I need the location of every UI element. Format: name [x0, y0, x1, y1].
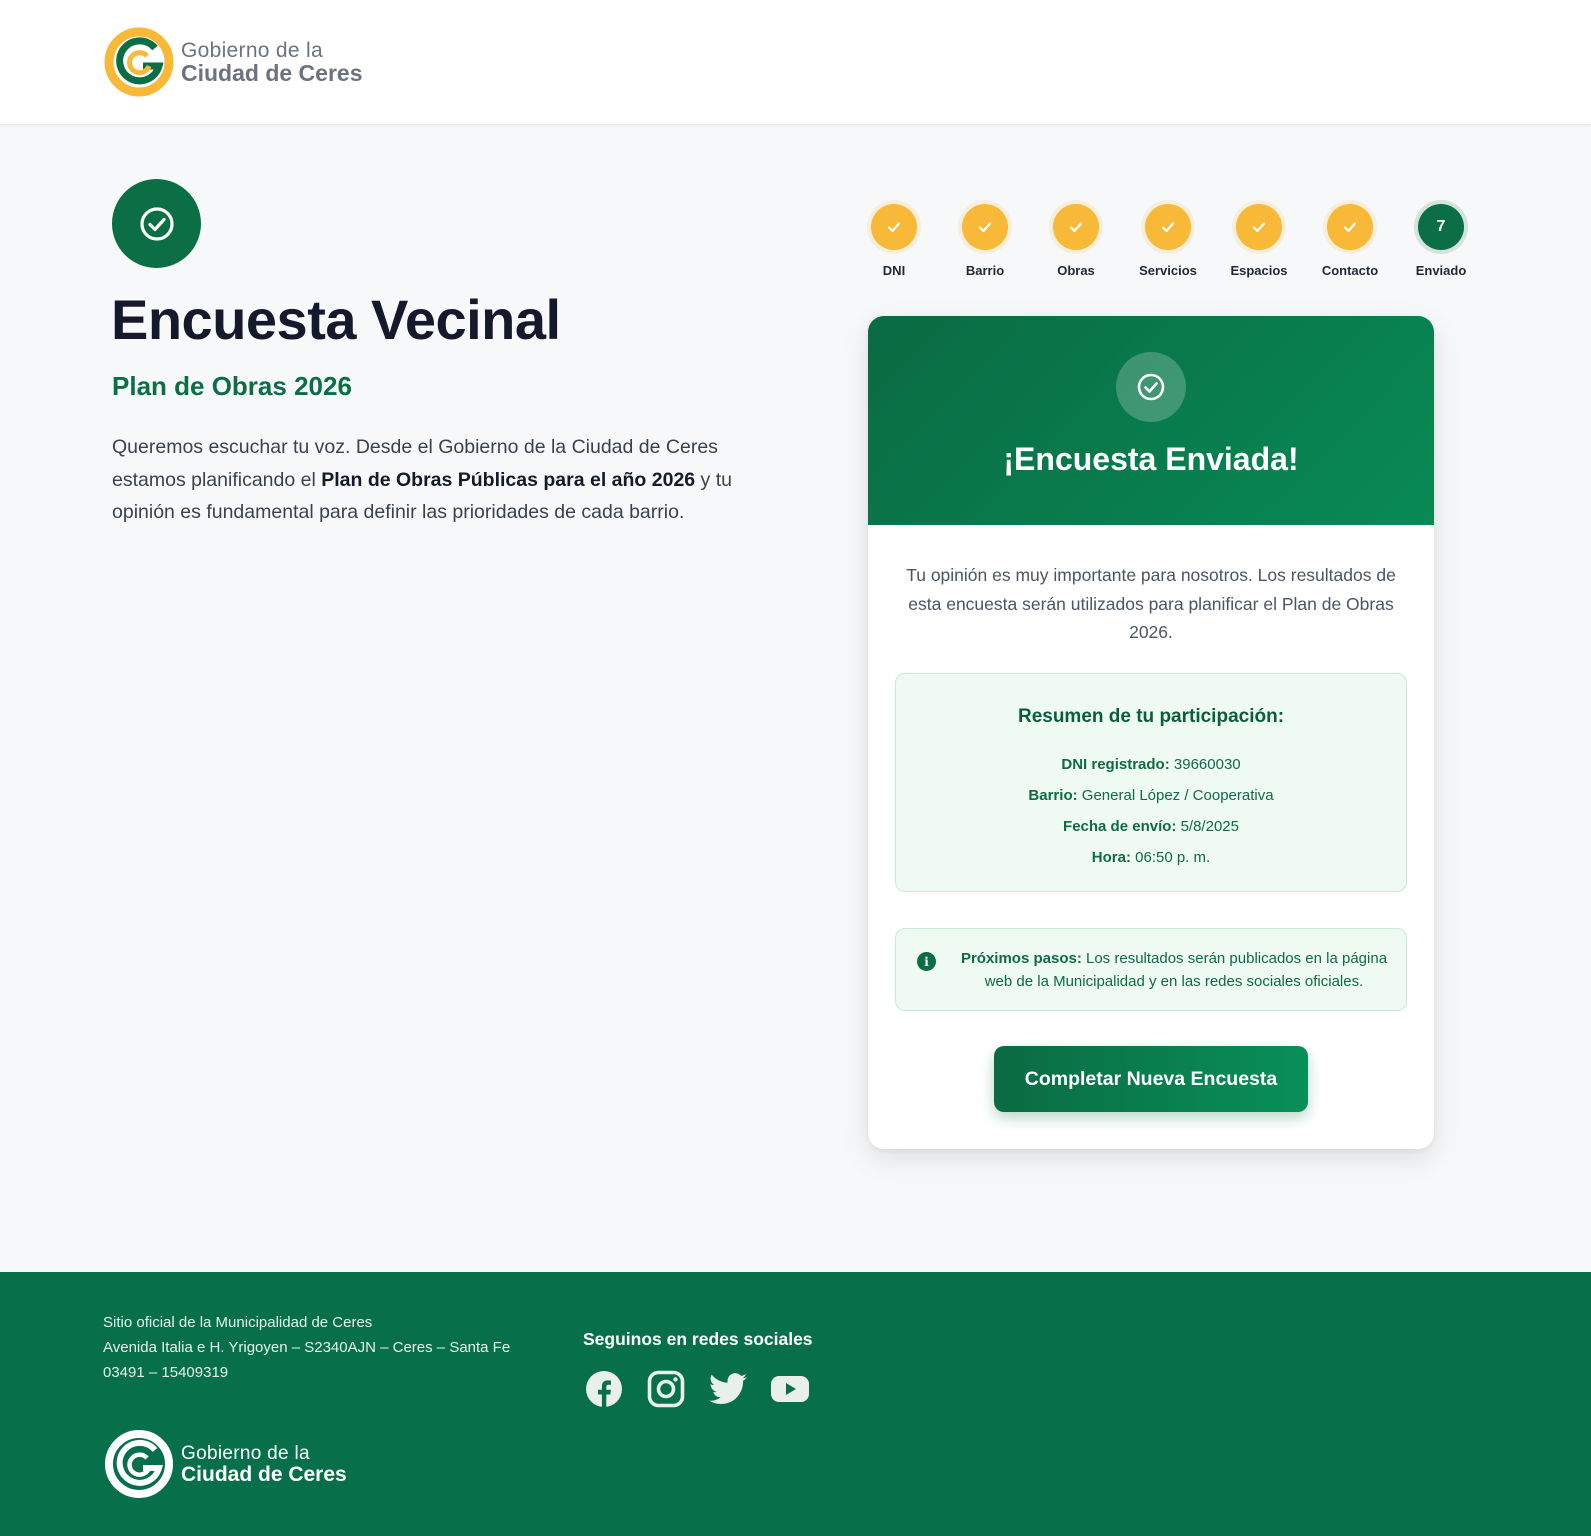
step-number: 7	[1418, 204, 1464, 250]
check-icon	[871, 204, 917, 250]
youtube-icon[interactable]	[770, 1369, 810, 1409]
step-enviado: 7 Enviado	[1396, 204, 1486, 278]
next-steps-label: Próximos pasos:	[960, 950, 1082, 967]
hora-value: 06:50 p. m.	[1135, 849, 1211, 866]
footer-phone: 03491 – 15409319	[103, 1364, 229, 1381]
logo-line-1: Gobierno de la	[181, 38, 323, 62]
footer-logo[interactable]: Gobierno de la Ciudad de Ceres	[103, 1428, 347, 1500]
summary-row-barrio: Barrio: General López / Cooperativa	[896, 780, 1406, 811]
step-label: Obras	[1057, 263, 1095, 278]
social-links	[584, 1369, 832, 1409]
next-steps-notice: i Próximos pasos: Los resultados serán p…	[895, 928, 1407, 1011]
summary-row-dni: DNI registrado: 39660030	[896, 749, 1406, 780]
card-header: ¡Encuesta Enviada!	[868, 316, 1434, 525]
hora-label: Hora:	[1091, 849, 1131, 866]
logo-line-2: Ciudad de Ceres	[181, 59, 363, 86]
facebook-icon[interactable]	[584, 1369, 624, 1409]
step-label: Espacios	[1230, 263, 1288, 278]
check-circle-icon	[1116, 352, 1186, 422]
step-label: Contacto	[1321, 263, 1379, 278]
step-espacios: Espacios	[1214, 204, 1304, 278]
page-subtitle: Plan de Obras 2026	[112, 371, 352, 401]
dni-value: 39660030	[1173, 756, 1241, 773]
card-message: Tu opinión es muy importante para nosotr…	[906, 565, 1396, 642]
site-footer: Sitio oficial de la Municipalidad de Cer…	[0, 1272, 1591, 1536]
footer-info: Sitio oficial de la Municipalidad de Cer…	[103, 1310, 510, 1385]
check-icon	[962, 204, 1008, 250]
barrio-value: General López / Cooperativa	[1081, 787, 1274, 804]
ceres-logo-icon	[104, 27, 174, 97]
footer-address: Avenida Italia e H. Yrigoyen – S2340AJN …	[103, 1339, 511, 1356]
progress-stepper: DNI Barrio Obras Servicios Espacios Cont…	[849, 204, 1466, 284]
page-title: Encuesta Vecinal	[111, 288, 561, 351]
step-barrio: Barrio	[940, 204, 1030, 278]
footer-line-1: Sitio oficial de la Municipalidad de Cer…	[103, 1314, 373, 1331]
participation-summary: Resumen de tu participación: DNI registr…	[895, 673, 1407, 892]
step-dni: DNI	[849, 204, 939, 278]
check-icon	[1053, 204, 1099, 250]
step-label: Enviado	[1415, 263, 1467, 278]
confirmation-card: ¡Encuesta Enviada! Tu opinión es muy imp…	[868, 316, 1434, 1149]
check-icon	[1327, 204, 1373, 250]
twitter-icon[interactable]	[708, 1369, 748, 1409]
intro-text-bold: Plan de Obras Públicas para el año 2026	[321, 468, 696, 491]
step-label: DNI	[882, 263, 906, 278]
summary-title: Resumen de tu participación:	[1017, 706, 1285, 727]
dni-label: DNI registrado:	[1061, 756, 1170, 773]
step-obras: Obras	[1031, 204, 1121, 278]
check-icon	[1145, 204, 1191, 250]
instagram-icon[interactable]	[646, 1369, 686, 1409]
logo-line-1: Gobierno de la	[181, 1442, 310, 1464]
fecha-value: 5/8/2025	[1180, 818, 1239, 835]
check-icon	[1236, 204, 1282, 250]
ceres-logo-icon	[105, 1430, 173, 1498]
new-survey-button[interactable]: Completar Nueva Encuesta	[994, 1046, 1308, 1112]
step-contacto: Contacto	[1305, 204, 1395, 278]
social-title: Seguinos en redes sociales	[583, 1329, 813, 1349]
step-servicios: Servicios	[1123, 204, 1213, 278]
site-header: Gobierno de la Ciudad de Ceres	[0, 0, 1591, 125]
card-title: ¡Encuesta Enviada!	[1003, 441, 1299, 477]
logo-line-2: Ciudad de Ceres	[181, 1462, 347, 1486]
next-steps-text: Próximos pasos: Los resultados serán pub…	[954, 947, 1394, 993]
step-label: Barrio	[965, 263, 1005, 278]
check-circle-icon	[112, 179, 201, 268]
intro-paragraph: Queremos escuchar tu voz. Desde el Gobie…	[112, 431, 752, 529]
step-label: Servicios	[1139, 263, 1197, 278]
site-logo[interactable]: Gobierno de la Ciudad de Ceres	[103, 26, 363, 98]
summary-row-hora: Hora: 06:50 p. m.	[896, 842, 1406, 873]
fecha-label: Fecha de envío:	[1063, 818, 1177, 835]
summary-row-fecha: Fecha de envío: 5/8/2025	[896, 811, 1406, 842]
barrio-label: Barrio:	[1028, 787, 1078, 804]
info-icon: i	[917, 952, 936, 971]
